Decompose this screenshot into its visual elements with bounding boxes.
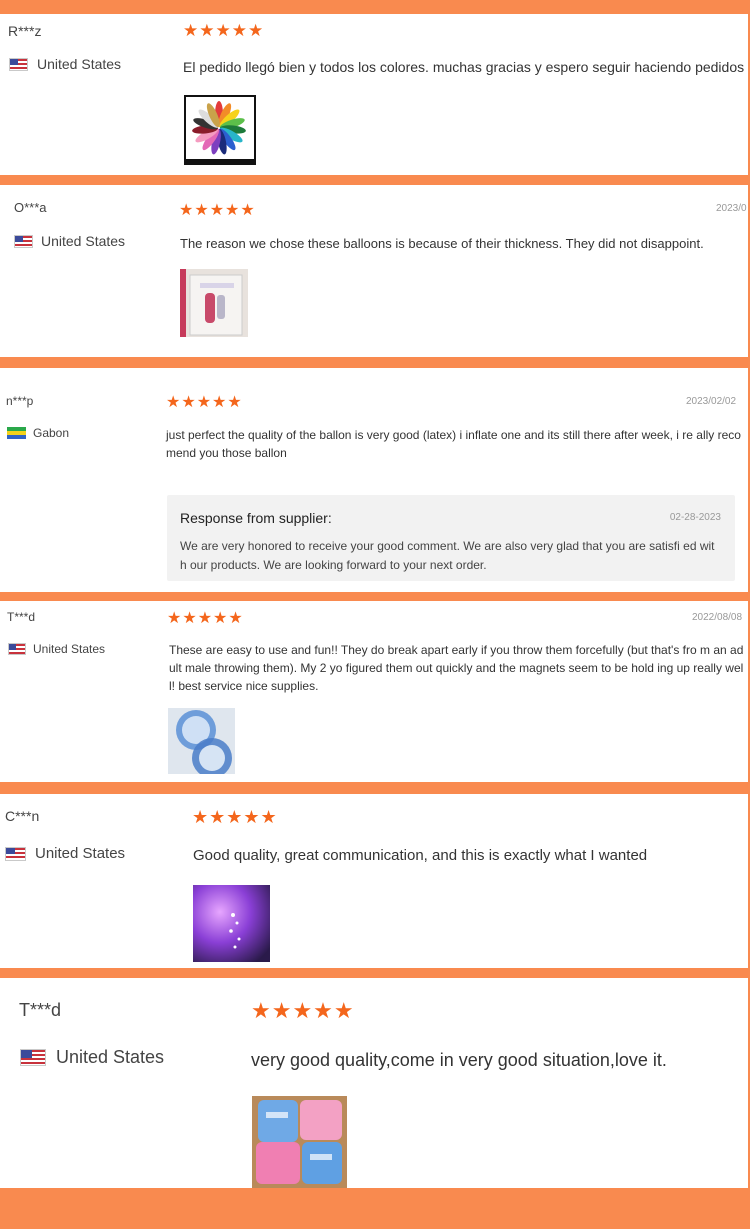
star-rating: ★★★★★ bbox=[166, 394, 243, 411]
reviewer-name: n***p bbox=[6, 394, 34, 408]
review-photo[interactable] bbox=[184, 95, 256, 165]
pink-blue-balloons-box-photo bbox=[252, 1096, 347, 1188]
us-flag-icon bbox=[8, 643, 26, 655]
reviewer-name: R***z bbox=[8, 23, 42, 39]
review-photo[interactable] bbox=[168, 708, 235, 774]
supplier-response-date: 02-28-2023 bbox=[669, 512, 721, 523]
balloon-color-chart-photo bbox=[186, 97, 254, 163]
review-card: O***a United States ★★★★★ 2023/0 The rea… bbox=[0, 185, 748, 357]
supplier-response-text: We are very honored to receive your good… bbox=[180, 539, 715, 572]
country-label: Gabon bbox=[33, 426, 70, 440]
reviewer-name: C***n bbox=[5, 808, 40, 824]
reviewer-country: United States bbox=[14, 233, 125, 249]
us-flag-icon bbox=[14, 234, 33, 248]
review-date: 2023/02/02 bbox=[686, 396, 737, 407]
blue-balloons-photo bbox=[168, 708, 235, 774]
reviewer-country: United States bbox=[5, 845, 125, 862]
review-date: 2023/0 bbox=[716, 203, 747, 214]
country-label: United States bbox=[56, 1047, 165, 1067]
review-text: just perfect the quality of the ballon i… bbox=[166, 428, 741, 460]
reviewer-country: United States bbox=[8, 642, 105, 656]
reviewer-country: Gabon bbox=[7, 426, 69, 440]
us-flag-icon bbox=[20, 1049, 46, 1066]
review-text: El pedido llegó bien y todos los colores… bbox=[183, 59, 745, 75]
foil-balloon-package-photo bbox=[180, 269, 248, 337]
review-text: very good quality,come in very good situ… bbox=[251, 1050, 667, 1070]
review-card: R***z United States ★★★★★ El pedido lleg… bbox=[0, 14, 748, 175]
reviewer-name: T***d bbox=[7, 610, 36, 624]
review-card: T***d United States ★★★★★ very good qual… bbox=[0, 978, 748, 1188]
star-rating: ★★★★★ bbox=[179, 202, 256, 219]
star-rating: ★★★★★ bbox=[251, 998, 355, 1023]
gabon-flag-icon bbox=[7, 427, 26, 439]
review-date: 2022/08/08 bbox=[692, 612, 743, 623]
reviewer-country: United States bbox=[9, 56, 121, 72]
review-card: n***p Gabon ★★★★★ 2023/02/02 just perfec… bbox=[0, 368, 748, 592]
review-card: T***d United States ★★★★★ 2022/08/08 The… bbox=[0, 601, 748, 782]
review-text: Good quality, great communication, and t… bbox=[193, 847, 648, 864]
review-photo[interactable] bbox=[180, 269, 248, 337]
review-photo[interactable] bbox=[193, 885, 270, 962]
us-flag-icon bbox=[9, 57, 28, 71]
review-card: C***n United States ★★★★★ Good quality, … bbox=[0, 794, 748, 968]
reviewer-name: O***a bbox=[14, 200, 47, 215]
review-text: The reason we chose these balloons is be… bbox=[180, 236, 704, 251]
star-rating: ★★★★★ bbox=[167, 610, 244, 627]
supplier-response-title: Response from supplier: bbox=[180, 510, 332, 526]
purple-lights-photo bbox=[193, 885, 270, 962]
star-rating: ★★★★★ bbox=[183, 21, 265, 40]
review-photo[interactable] bbox=[252, 1096, 347, 1188]
supplier-response: Response from supplier: 02-28-2023 We ar… bbox=[167, 495, 735, 581]
reviewer-name: T***d bbox=[19, 1000, 62, 1020]
country-label: United States bbox=[41, 233, 126, 249]
review-text: These are easy to use and fun!! They do … bbox=[169, 643, 744, 693]
country-label: United States bbox=[37, 56, 122, 72]
country-label: United States bbox=[35, 845, 126, 862]
star-rating: ★★★★★ bbox=[192, 807, 278, 827]
country-label: United States bbox=[33, 642, 106, 656]
reviewer-country: United States bbox=[20, 1047, 164, 1068]
us-flag-icon bbox=[5, 846, 26, 861]
